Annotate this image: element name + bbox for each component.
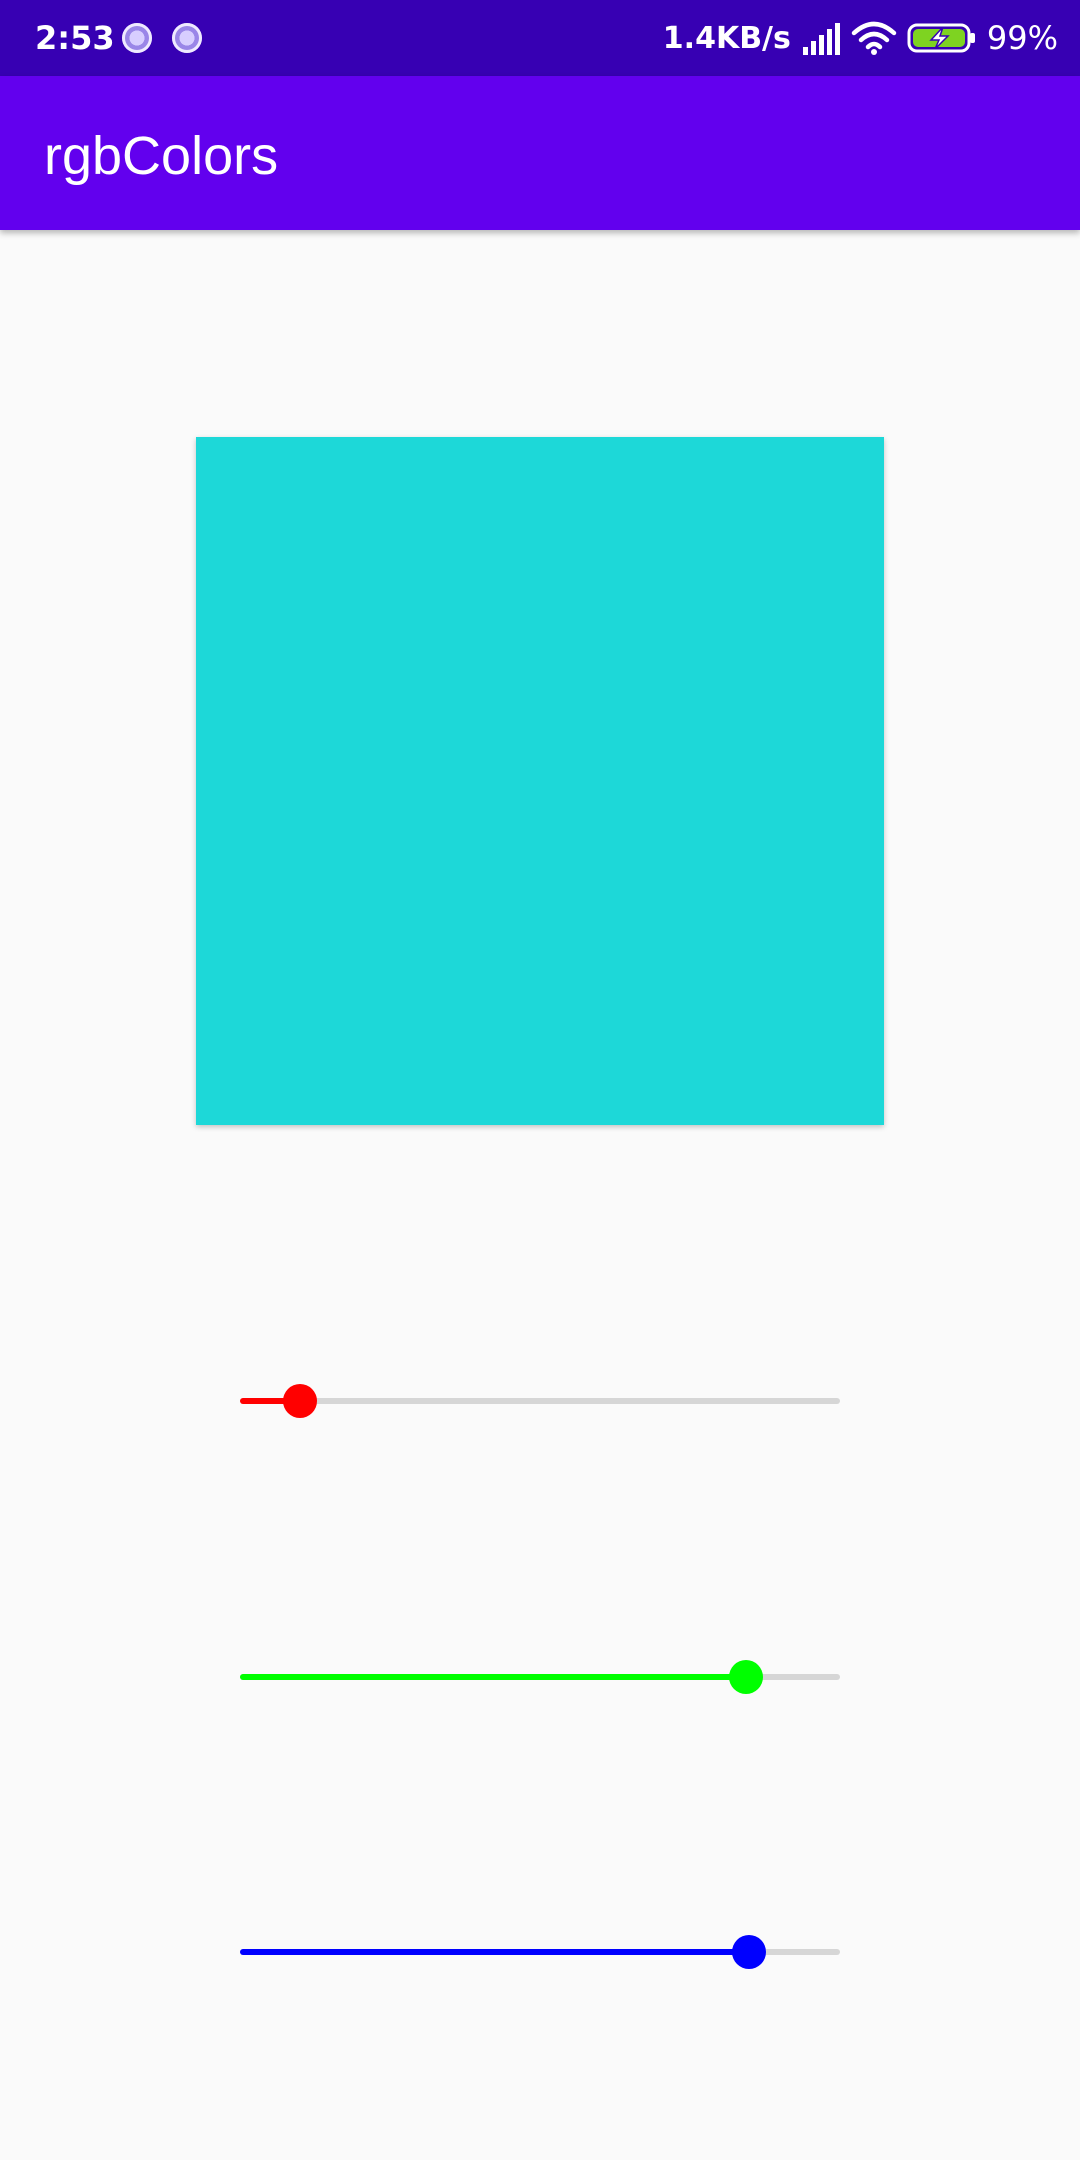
slider-thumb[interactable] [732,1935,766,1969]
signal-icon [802,23,840,55]
slider-track[interactable] [240,1398,840,1404]
red-slider[interactable] [240,1371,840,1431]
status-bar: 2:53 1.4KB/s 99% [0,0,1080,76]
battery-charging-icon [907,23,975,53]
slider-fill [240,1949,749,1955]
slider-thumb[interactable] [283,1384,317,1418]
notification-icon [122,23,152,53]
app-title: rgbColors [44,126,279,186]
slider-thumb[interactable] [729,1660,763,1694]
battery-percent: 99% [986,19,1058,57]
slider-fill [240,1674,746,1680]
status-right: 1.4KB/s 99% [663,18,1058,58]
status-time: 2:53 [35,19,115,57]
app-bar: rgbColors [0,76,1080,230]
wifi-icon [851,21,897,55]
color-preview [196,437,884,1125]
green-slider[interactable] [240,1647,840,1707]
notification-icon [172,23,202,53]
blue-slider[interactable] [240,1922,840,1982]
net-speed: 1.4KB/s [662,20,791,56]
